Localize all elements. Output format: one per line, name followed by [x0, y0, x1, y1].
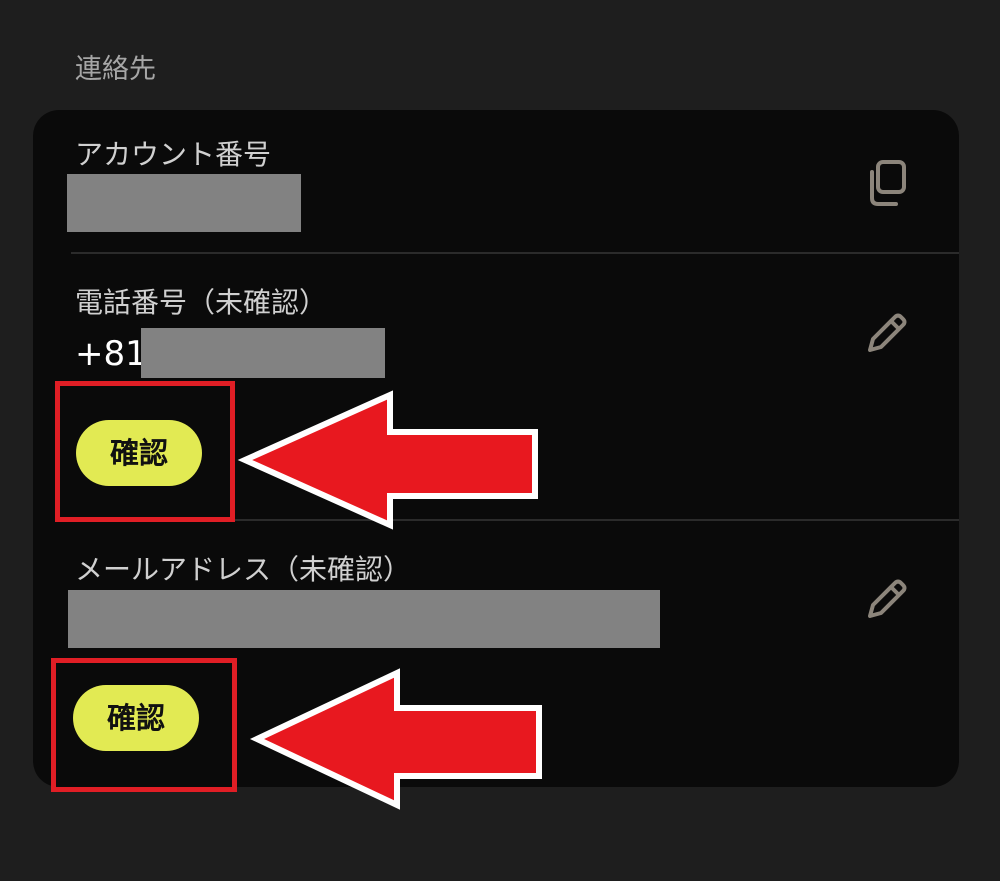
account-number-label: アカウント番号 [75, 138, 272, 171]
pencil-icon[interactable] [862, 574, 912, 624]
phone-number-redacted [141, 328, 385, 378]
email-label: メールアドレス（未確認） [75, 553, 412, 586]
section-title: 連絡先 [75, 54, 156, 85]
phone-arrow-icon [237, 390, 538, 530]
phone-number-prefix: +81 [75, 334, 147, 374]
phone-number-label: 電話番号（未確認） [75, 286, 328, 319]
copy-icon[interactable] [862, 158, 912, 208]
pencil-icon[interactable] [862, 308, 912, 358]
email-redacted [68, 590, 660, 648]
account-number-redacted [67, 174, 301, 232]
phone-confirm-highlight [55, 381, 235, 522]
email-confirm-highlight [51, 658, 237, 792]
divider [71, 252, 959, 254]
email-arrow-icon [249, 668, 542, 810]
